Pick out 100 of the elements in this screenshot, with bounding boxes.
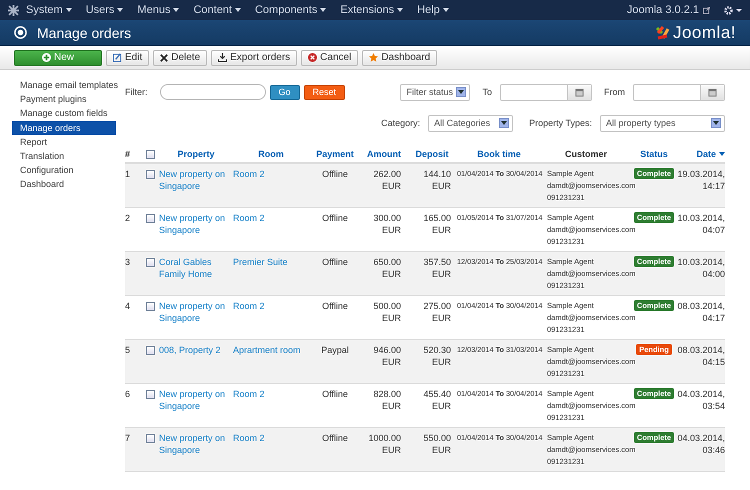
room-link[interactable]: Room 2: [233, 300, 309, 339]
sidebar-item[interactable]: Configuration: [12, 163, 116, 178]
version-link[interactable]: Joomla 3.0.2.1: [626, 4, 699, 16]
room-link[interactable]: Room 2: [233, 168, 309, 207]
menu-item[interactable]: Help: [410, 4, 456, 16]
sidebar-item[interactable]: Report: [12, 134, 116, 149]
target-icon: [14, 26, 27, 39]
row-checkbox[interactable]: [146, 434, 154, 443]
deposit-cell-text: 357.50 EUR: [422, 256, 452, 281]
room-link[interactable]: Room 2: [233, 388, 309, 427]
property-types-select[interactable]: All property types: [600, 114, 725, 132]
filter-input[interactable]: [160, 84, 266, 100]
logo-text: Joomla!: [672, 22, 736, 42]
menu-item[interactable]: System: [19, 4, 79, 16]
row-checkbox[interactable]: [146, 214, 154, 223]
reset-button[interactable]: Reset: [304, 84, 346, 100]
caret-icon: [117, 8, 124, 12]
amount-cell-text: 828.00 EUR: [372, 388, 402, 413]
category-select[interactable]: All Categories: [428, 114, 514, 132]
row-number: 7: [125, 432, 132, 445]
sidebar-item[interactable]: Dashboard: [12, 177, 116, 192]
status-select[interactable]: Filter status: [400, 84, 470, 100]
date-cell-text: 04.03.2014, 03:46: [677, 432, 725, 457]
amount-cell-text: 500.00 EUR: [372, 300, 402, 325]
deposit-cell-text: 550.00 EUR: [422, 432, 452, 457]
menu-item[interactable]: Content: [186, 4, 248, 16]
sidebar-item[interactable]: Manage custom fields: [12, 106, 116, 121]
room-link[interactable]: Room 2: [233, 432, 309, 471]
filter-label: Filter:: [125, 87, 148, 97]
column-header[interactable]: Status: [631, 149, 677, 159]
column-header: #: [125, 149, 132, 159]
gear-icon[interactable]: [724, 6, 742, 14]
column-header[interactable]: Room: [233, 149, 309, 159]
caret-icon: [442, 8, 449, 12]
room-link[interactable]: Aprartment room: [233, 344, 309, 383]
sidebar-item[interactable]: Payment plugins: [12, 92, 116, 106]
column-header[interactable]: Deposit: [407, 149, 457, 159]
row-number: 1: [125, 168, 132, 181]
property-link[interactable]: New property on Singapore: [159, 300, 233, 339]
menu-item[interactable]: Menus: [130, 4, 186, 16]
property-types-label: Property Types:: [529, 118, 592, 128]
toolbar-button[interactable]: Export orders: [211, 50, 298, 66]
to-date-field[interactable]: [500, 84, 592, 100]
sidebar-item[interactable]: Manage email templates: [12, 78, 116, 92]
column-header[interactable]: Date: [677, 149, 725, 159]
property-link[interactable]: 008, Property 2: [159, 344, 233, 383]
toolbar-button[interactable]: New: [14, 50, 102, 66]
toolbar-button[interactable]: Cancel: [301, 50, 358, 66]
room-link[interactable]: Premier Suite: [233, 256, 309, 295]
menu-item[interactable]: Components: [248, 4, 334, 16]
deposit-cell-text: 144.10 EUR: [422, 168, 452, 193]
row-checkbox[interactable]: [146, 258, 154, 267]
edit-icon: [113, 53, 122, 62]
amount-cell-text: 650.00 EUR: [372, 256, 402, 281]
dropdown-arrow-icon: [456, 87, 466, 97]
column-header: Customer: [564, 149, 608, 159]
date-cell-text: 19.03.2014, 14:17: [677, 168, 725, 193]
property-link[interactable]: New property on Singapore: [159, 388, 233, 427]
payment-cell-text: Offline: [321, 432, 349, 445]
property-link[interactable]: New property on Singapore: [159, 212, 233, 251]
row-checkbox[interactable]: [146, 390, 154, 399]
deposit-cell-text: 520.30 EUR: [422, 344, 452, 369]
row-checkbox[interactable]: [146, 302, 154, 311]
toolbar-button[interactable]: Delete: [153, 50, 208, 66]
property-link[interactable]: New property on Singapore: [159, 168, 233, 207]
column-header[interactable]: Book time: [457, 149, 541, 159]
room-link[interactable]: Room 2: [233, 212, 309, 251]
row-checkbox[interactable]: [146, 170, 154, 179]
row-number: 6: [125, 388, 132, 401]
caret-icon: [234, 8, 241, 12]
sidebar-item[interactable]: Translation: [12, 148, 116, 164]
row-number: 5: [125, 344, 132, 357]
calendar-icon: [708, 88, 717, 96]
property-link[interactable]: Coral Gables Family Home: [159, 256, 233, 295]
caret-icon: [66, 8, 72, 12]
menu-item[interactable]: Users: [78, 4, 130, 16]
date-cell-text: 08.03.2014, 04:17: [677, 300, 725, 325]
deposit-cell-text: 275.00 EUR: [422, 300, 452, 325]
date-cell-text: 04.03.2014, 03:54: [677, 388, 725, 413]
menu-item[interactable]: Extensions: [333, 4, 410, 16]
go-button[interactable]: Go: [270, 84, 300, 100]
star-icon: [369, 53, 378, 62]
plus-icon: [42, 53, 51, 62]
payment-cell-text: Offline: [321, 168, 349, 181]
column-header[interactable]: Payment: [309, 149, 361, 159]
amount-cell-text: 946.00 EUR: [372, 344, 402, 369]
toolbar-button[interactable]: Dashboard: [362, 50, 438, 66]
row-checkbox[interactable]: [146, 346, 154, 355]
column-header[interactable]: Property: [159, 149, 233, 159]
select-all-checkbox[interactable]: [146, 150, 154, 158]
sidebar-item[interactable]: Manage orders: [12, 120, 116, 135]
toolbar-button[interactable]: Edit: [106, 50, 150, 66]
category-label: Category:: [381, 118, 420, 128]
property-link[interactable]: New property on Singapore: [159, 432, 233, 471]
column-header[interactable]: Amount: [361, 149, 407, 159]
payment-cell-text: Offline: [321, 256, 349, 269]
payment-cell-text: Paypal: [320, 344, 350, 357]
from-date-field[interactable]: [633, 84, 725, 100]
row-number: 4: [125, 300, 132, 313]
date-cell-text: 10.03.2014, 04:00: [677, 256, 725, 281]
